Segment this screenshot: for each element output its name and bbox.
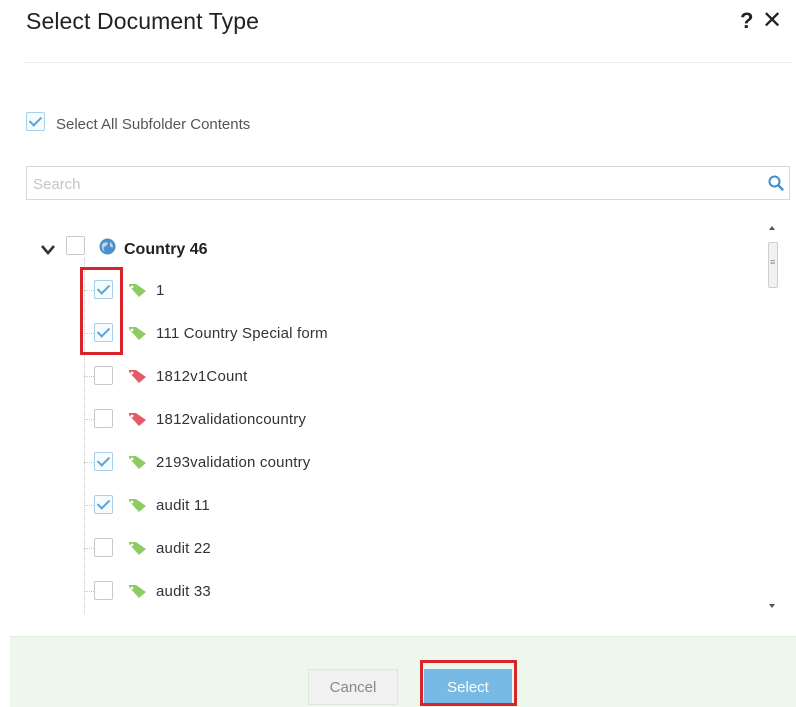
search-input[interactable] bbox=[33, 173, 753, 195]
tree-item-label: 111 Country Special form bbox=[156, 325, 328, 342]
document-type-tree: Country 46 1 111 Country Special form 1812… bbox=[26, 222, 786, 614]
search-box bbox=[26, 166, 790, 200]
tree-item-label: audit 11 bbox=[156, 497, 210, 514]
tag-icon bbox=[129, 370, 146, 383]
close-icon[interactable]: ✕ bbox=[762, 6, 782, 35]
select-all-checkbox[interactable] bbox=[26, 112, 45, 131]
tree-connector bbox=[84, 462, 94, 463]
tree-item-label: 1812validationcountry bbox=[156, 411, 307, 428]
tree-connector bbox=[84, 591, 94, 592]
tree-connector bbox=[84, 548, 94, 549]
tree-scrollbar[interactable] bbox=[764, 222, 782, 614]
tree-item[interactable]: 1812validationcountry bbox=[26, 399, 766, 442]
tree-connector bbox=[84, 333, 94, 334]
tree-item-label: audit 33 bbox=[156, 583, 211, 600]
root-checkbox[interactable] bbox=[66, 236, 85, 255]
tree-item[interactable]: audit 11 bbox=[26, 485, 766, 528]
tag-icon bbox=[129, 284, 146, 297]
tree-item[interactable]: 2193validation country bbox=[26, 442, 766, 485]
tree-connector bbox=[84, 419, 94, 420]
tree-connector bbox=[84, 376, 94, 377]
item-checkbox[interactable] bbox=[94, 366, 113, 385]
tag-icon bbox=[129, 542, 146, 555]
help-icon[interactable]: ? bbox=[740, 8, 753, 34]
tag-icon bbox=[129, 413, 146, 426]
tree-item[interactable]: audit 22 bbox=[26, 528, 766, 571]
tree-item[interactable]: 1 bbox=[26, 270, 766, 313]
tree-item[interactable]: 111 Country Special form bbox=[26, 313, 766, 356]
tree-connector bbox=[84, 505, 94, 506]
item-checkbox[interactable] bbox=[94, 452, 113, 471]
tree-connector bbox=[84, 290, 94, 291]
tree-item[interactable]: audit 33 bbox=[26, 571, 766, 614]
globe-icon bbox=[99, 238, 116, 255]
tag-icon bbox=[129, 585, 146, 598]
tree-item-label: audit 22 bbox=[156, 540, 211, 557]
scroll-down-arrow[interactable] bbox=[769, 604, 775, 608]
tree-item-label: 1 bbox=[156, 282, 165, 299]
item-checkbox[interactable] bbox=[94, 323, 113, 342]
search-icon[interactable] bbox=[767, 174, 785, 192]
chevron-down-icon[interactable] bbox=[40, 244, 56, 256]
scroll-thumb[interactable] bbox=[768, 242, 778, 288]
select-all-label: Select All Subfolder Contents bbox=[56, 116, 251, 133]
tag-icon bbox=[129, 456, 146, 469]
tree-item[interactable]: 1812v1Count bbox=[26, 356, 766, 399]
tree-root-label[interactable]: Country 46 bbox=[124, 241, 208, 259]
dialog-title: Select Document Type bbox=[26, 8, 259, 34]
item-checkbox[interactable] bbox=[94, 409, 113, 428]
tree-item-label: 1812v1Count bbox=[156, 368, 248, 385]
scroll-up-arrow[interactable] bbox=[769, 226, 775, 230]
item-checkbox[interactable] bbox=[94, 495, 113, 514]
tree-item-label: 2193validation country bbox=[156, 454, 311, 471]
tag-icon bbox=[129, 499, 146, 512]
tag-icon bbox=[129, 327, 146, 340]
item-checkbox[interactable] bbox=[94, 538, 113, 557]
select-button[interactable]: Select bbox=[424, 669, 512, 705]
divider bbox=[25, 62, 793, 63]
dialog-footer: Cancel Select bbox=[10, 636, 796, 707]
item-checkbox[interactable] bbox=[94, 280, 113, 299]
select-document-type-dialog: Select Document Type ? ✕ Select All Subf… bbox=[10, 0, 796, 707]
item-checkbox[interactable] bbox=[94, 581, 113, 600]
cancel-button[interactable]: Cancel bbox=[308, 669, 398, 705]
